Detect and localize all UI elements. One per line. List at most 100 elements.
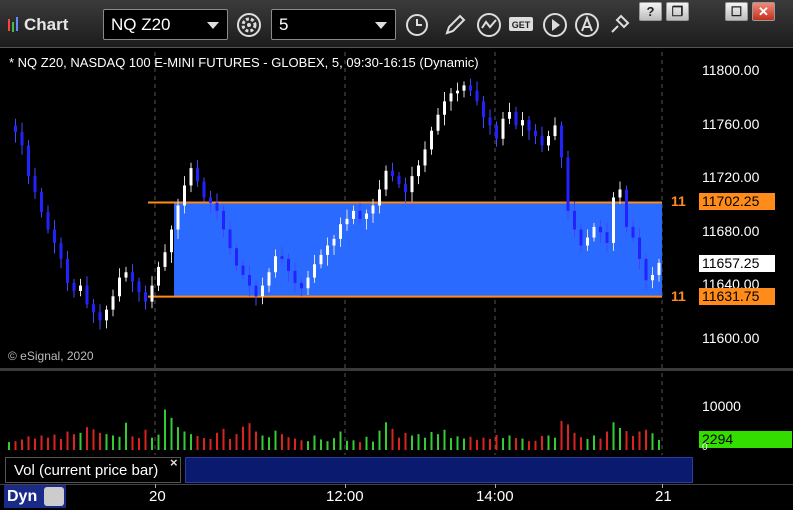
candle-body (657, 262, 661, 275)
candle-body (436, 114, 440, 131)
upper-line-price-tag: 11702.25 (699, 193, 775, 210)
candle-body (631, 226, 635, 238)
candle-body (189, 168, 193, 186)
volume-bar (606, 431, 608, 450)
volume-bar (287, 437, 290, 450)
volume-bar (138, 438, 140, 450)
candle-body (638, 237, 641, 259)
candle-body (449, 93, 453, 102)
study-close-icon[interactable]: × (170, 455, 178, 470)
upper-line-label: 11 (671, 193, 686, 209)
candle-body (183, 185, 186, 206)
candle-body (358, 210, 362, 219)
candle-body (332, 238, 336, 246)
study-label[interactable]: Vol (current price bar) (5, 457, 181, 483)
volume-bar (105, 434, 108, 450)
candle-body (14, 125, 17, 133)
volume-bar (443, 429, 446, 450)
volume-bar (619, 428, 621, 450)
candle-body (85, 285, 89, 305)
time-axis[interactable] (0, 484, 793, 510)
volume-bar (294, 438, 296, 450)
volume-bar (365, 436, 368, 450)
volume-bar (528, 441, 530, 450)
candle-body (417, 165, 420, 177)
candle-body (612, 197, 615, 243)
volume-bar (359, 442, 361, 450)
candle-body (144, 292, 147, 302)
candle-body (345, 218, 349, 225)
candle-body (625, 189, 628, 227)
volume-bar (203, 438, 205, 450)
candle-body (391, 170, 394, 177)
volume-bar (21, 439, 23, 450)
volume-bar (508, 435, 511, 450)
candle-body (469, 85, 472, 91)
volume-bar (73, 434, 75, 450)
candle-body (482, 101, 485, 118)
volume-bar (27, 436, 30, 450)
candle-body (508, 112, 511, 119)
time-axis-label: 20 (149, 488, 166, 505)
candle-body (430, 130, 433, 150)
volume-bar (437, 434, 439, 450)
volume-bar (502, 438, 504, 450)
volume-bar (60, 439, 62, 450)
candle-body (306, 277, 310, 289)
dyn-label[interactable]: Dyn (7, 488, 37, 506)
candle-body (495, 125, 498, 139)
candle-body (592, 226, 596, 238)
candle-body (92, 304, 95, 313)
candle-body (254, 285, 258, 297)
volume-bar (476, 439, 478, 450)
volume-bar (320, 439, 322, 450)
volume-bar (391, 428, 394, 450)
price-axis-label: 11720.00 (702, 169, 760, 185)
candle-body (599, 226, 602, 233)
volume-bar (164, 409, 166, 450)
volume-bar (326, 441, 329, 450)
candle-body (651, 274, 654, 281)
volume-bar (547, 435, 550, 450)
candle-body (378, 189, 381, 206)
candle-body (248, 274, 251, 286)
candle-body (462, 85, 466, 91)
volume-bar (40, 435, 43, 450)
study-label-text[interactable]: Vol (current price bar) (14, 462, 158, 479)
candle-body (280, 256, 284, 259)
volume-bar (430, 431, 433, 450)
candle-body (488, 117, 492, 126)
volume-bar (196, 435, 199, 450)
volume-bar (53, 434, 56, 450)
volume-bar (92, 429, 95, 450)
candle-body (573, 210, 576, 230)
candle-body (586, 237, 589, 246)
volume-bar (515, 438, 517, 450)
volume-bar (482, 437, 485, 450)
lock-icon[interactable] (44, 487, 64, 506)
volume-bar (599, 438, 602, 450)
candle-body (59, 242, 63, 259)
volume-bar (645, 429, 647, 450)
volume-bar (489, 439, 491, 450)
candle-body (404, 184, 407, 193)
candle-body (46, 212, 50, 230)
candle-body (384, 170, 388, 190)
candle-body (105, 309, 108, 321)
candle-body (326, 245, 329, 255)
volume-bar (183, 431, 186, 450)
copyright-text: © eSignal, 2020 (8, 349, 94, 363)
candle-body (644, 258, 648, 281)
volume-bar (560, 420, 563, 450)
candle-body (72, 282, 76, 291)
chart-canvas[interactable] (0, 0, 793, 510)
candle-body (475, 90, 479, 102)
volume-bar (222, 428, 225, 450)
volume-bar (131, 436, 134, 450)
price-axis-label: 11760.00 (702, 116, 760, 132)
volume-bar (209, 439, 212, 450)
volume-bar (333, 438, 335, 450)
lower-line-label: 11 (671, 288, 686, 304)
study-bar[interactable] (185, 457, 693, 483)
volume-bar (658, 439, 660, 450)
